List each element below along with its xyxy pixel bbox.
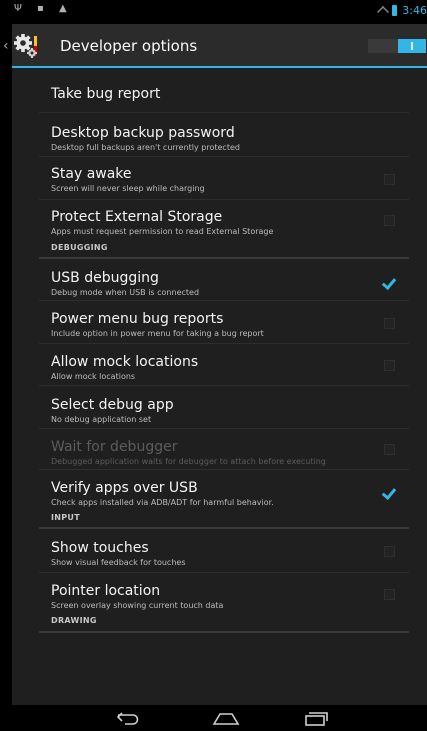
take-bug-report-item[interactable]: Take bug report [39,68,409,113]
battery-icon [392,5,398,16]
item-summary: Include option in power menu for taking … [51,329,264,338]
item-summary: No debug application set [51,415,152,424]
wait-for-debugger-item: Wait for debugger Debugged application w… [39,429,409,470]
item-summary: Apps must request permission to read Ext… [51,227,274,236]
show-touches-item[interactable]: Show touches Show visual feedback for to… [39,529,409,573]
item-title: Stay awake [51,166,132,182]
developer-options-toggle[interactable] [368,39,426,53]
pointer-location-item[interactable]: Pointer location Screen overlay showing … [39,573,409,612]
status-icons: 3:46 [377,4,427,17]
power-menu-checkbox[interactable] [384,318,395,329]
item-title: Wait for debugger [51,439,178,455]
item-title: USB debugging [51,270,159,286]
usb-debugging-item[interactable]: USB debugging Debug mode when USB is con… [39,259,409,301]
verify-apps-over-usb-item[interactable]: Verify apps over USB Check apps installe… [39,470,409,509]
clock: 3:46 [402,4,427,17]
item-title: Power menu bug reports [51,311,224,327]
allow-mock-locations-item[interactable]: Allow mock locations Allow mock location… [39,344,409,386]
category-debugging: DEBUGGING [39,239,409,259]
category-label: INPUT [51,513,80,522]
stay-awake-checkbox[interactable] [384,174,395,185]
mock-locations-checkbox[interactable] [384,360,395,371]
back-icon[interactable] [115,710,143,726]
desktop-backup-password-item[interactable]: Desktop backup password Desktop full bac… [39,113,409,157]
item-summary: Allow mock locations [51,372,136,381]
power-menu-bug-reports-item[interactable]: Power menu bug reports Include option in… [39,301,409,344]
page-title: Developer options [60,37,198,55]
usb-debugging-checkbox[interactable] [384,276,395,287]
action-bar: ‹ Developer options [3,24,427,68]
up-caret-icon[interactable]: ‹ [3,38,9,54]
item-title: Protect External Storage [51,209,223,225]
settings-list: Take bug report Desktop backup password … [39,68,409,633]
item-summary: Debug mode when USB is connected [51,288,200,297]
item-summary: Screen overlay showing current touch dat… [51,601,224,610]
item-summary: Debugged application waits for debugger … [51,457,326,466]
stay-awake-item[interactable]: Stay awake Screen will never sleep while… [39,157,409,200]
item-summary: Screen will never sleep while charging [51,184,205,193]
item-summary: Show visual feedback for touches [51,558,186,567]
recent-apps-icon[interactable] [302,711,330,726]
verify-apps-checkbox[interactable] [384,486,395,497]
item-summary: Desktop full backups aren't currently pr… [51,143,240,152]
notification-icons: Ψ ▪ ▲ [14,3,73,14]
wait-debugger-checkbox [384,444,395,455]
pointer-location-checkbox[interactable] [384,589,395,600]
toggle-thumb [398,39,426,53]
item-title: Pointer location [51,583,161,599]
item-title: Verify apps over USB [51,480,198,496]
show-touches-checkbox[interactable] [384,546,395,557]
category-label: DRAWING [51,616,97,625]
item-title: Take bug report [51,86,161,102]
item-title: Select debug app [51,397,174,413]
screen: Ψ ▪ ▲ 3:46 ‹ Developer options Take bug … [3,0,427,731]
wifi-icon [377,6,387,16]
item-title: Desktop backup password [51,125,235,141]
home-icon[interactable] [212,712,240,725]
item-summary: Check apps installed via ADB/ADT for har… [51,498,274,507]
settings-gear-icon[interactable] [12,32,40,60]
select-debug-app-item[interactable]: Select debug app No debug application se… [39,386,409,429]
category-input: INPUT [39,509,409,529]
protect-external-storage-item[interactable]: Protect External Storage Apps must reque… [39,200,409,239]
category-label: DEBUGGING [51,243,108,252]
protect-storage-checkbox[interactable] [384,215,395,226]
navigation-bar [12,705,427,731]
item-title: Allow mock locations [51,354,199,370]
item-title: Show touches [51,540,149,556]
category-drawing: DRAWING [39,612,409,633]
status-bar: Ψ ▪ ▲ 3:46 [12,0,427,24]
